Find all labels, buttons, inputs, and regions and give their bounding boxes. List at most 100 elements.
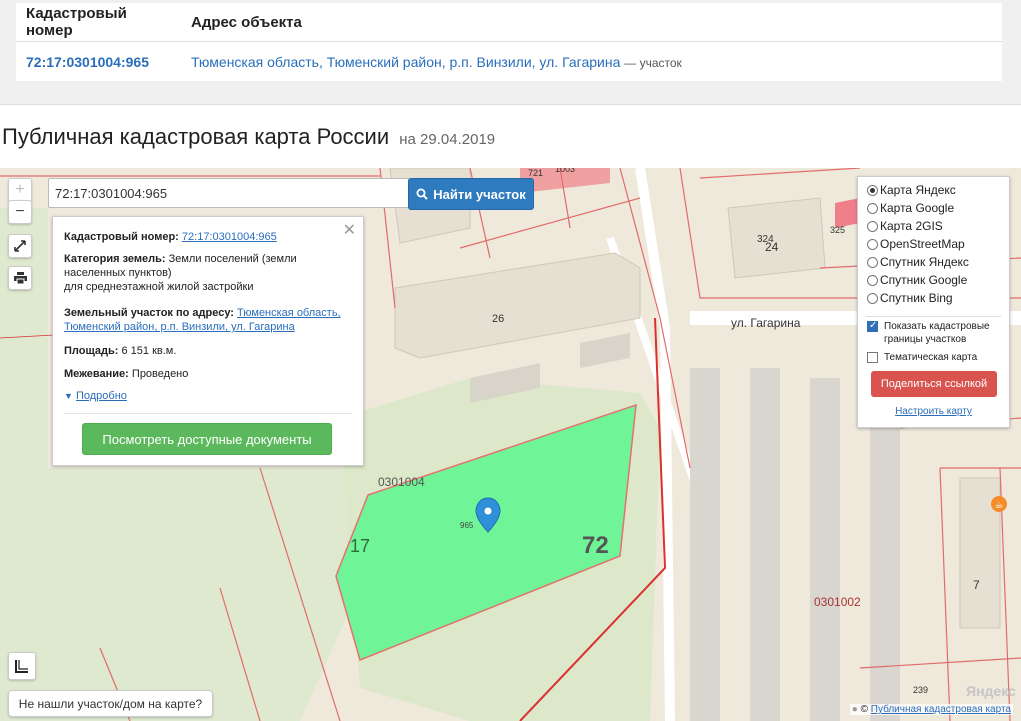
layer-radio[interactable] — [867, 238, 878, 250]
rail-track — [690, 368, 720, 721]
details-link[interactable]: Подробно — [76, 390, 127, 402]
fullscreen-icon — [14, 240, 26, 252]
layer-option[interactable]: Спутник Google — [867, 271, 967, 289]
district-label: 17 — [350, 536, 371, 556]
address-type: — участок — [624, 55, 682, 70]
show-borders-label: Показать кадастровые границы участков — [884, 320, 990, 346]
building-number-label: 7 — [973, 578, 980, 592]
layer-radio[interactable] — [867, 274, 878, 286]
map-provider-logo: Яндекс — [966, 683, 1016, 699]
zoom-in-button[interactable]: + — [8, 178, 32, 202]
info-cadastral-link[interactable]: 72:17:0301004:965 — [182, 231, 277, 243]
building-number-label: 26 — [492, 313, 505, 325]
page-title: Публичная кадастровая карта России на 29… — [2, 124, 495, 150]
layer-radio[interactable] — [867, 220, 878, 232]
map-date: на 29.04.2019 — [399, 131, 496, 148]
fullscreen-button[interactable] — [8, 234, 32, 258]
view-documents-button[interactable]: Посмотреть доступные документы — [82, 423, 332, 455]
layer-radio[interactable] — [867, 292, 878, 304]
cell-cadastral: 72:17:0301004:965 — [16, 42, 181, 82]
info-address-link[interactable]: Тюменский район, р.п. Винзили, ул. Гагар… — [64, 321, 295, 333]
layer-radio[interactable] — [867, 202, 878, 214]
thematic-map-label: Тематическая карта — [884, 352, 978, 363]
info-value: Проведено — [131, 368, 189, 380]
layer-option[interactable]: Карта 2GIS — [867, 217, 943, 235]
print-button[interactable] — [8, 266, 32, 290]
layers-divider — [866, 316, 1001, 317]
table-row: 72:17:0301004:965 Тюменская область, Тюм… — [16, 42, 1002, 82]
thematic-map-checkbox[interactable] — [867, 352, 878, 363]
parcel-label: 965 — [460, 521, 474, 530]
info-icon: ● — [851, 704, 858, 715]
info-cadastral: Кадастровый номер: 72:17:0301004:965 — [64, 230, 354, 244]
layer-option[interactable]: Карта Яндекс — [867, 181, 956, 199]
show-borders-checkbox[interactable] — [867, 319, 878, 332]
info-divider — [64, 413, 352, 414]
info-label: Категория земель: — [64, 253, 166, 265]
layer-option-label: Карта Яндекс — [880, 183, 956, 197]
search-icon — [416, 188, 428, 200]
find-parcel-button[interactable]: Найти участок — [408, 178, 534, 210]
info-value: для среднеэтажной жилой застройки — [64, 281, 254, 293]
info-value: Земли поселений (земли — [168, 253, 297, 265]
svg-text:☕: ☕ — [995, 500, 1004, 511]
layer-option-label: Спутник Bing — [880, 291, 953, 305]
layer-option-label: OpenStreetMap — [880, 237, 965, 251]
street-label: ул. Гагарина — [731, 316, 801, 330]
ruler-icon — [15, 660, 28, 673]
attribution-link[interactable]: Публичная кадастровая карта — [871, 704, 1011, 715]
info-address: Земельный участок по адресу: Тюменская о… — [64, 306, 354, 334]
building-number-label: 721 — [528, 168, 544, 178]
col-header-cadastral: Кадастровый номер — [16, 3, 181, 42]
info-label: Межевание: — [64, 368, 129, 380]
share-link-button[interactable]: Поделиться ссылкой — [871, 371, 997, 397]
info-survey: Межевание: Проведено — [64, 367, 354, 381]
building-number-label: 1003 — [555, 168, 576, 174]
ruler-button[interactable] — [8, 652, 36, 680]
district-label: 72 — [582, 532, 609, 559]
attribution-prefix: © — [860, 704, 871, 715]
info-value: 6 151 кв.м. — [121, 345, 177, 357]
layer-option-label: Карта 2GIS — [880, 219, 943, 233]
layer-option[interactable]: Спутник Яндекс — [867, 253, 969, 271]
info-area: Площадь: 6 151 кв.м. — [64, 344, 354, 358]
info-category: Категория земель: Земли поселений (земли… — [64, 252, 354, 294]
layer-radio[interactable] — [867, 184, 878, 196]
parcel-info-card: ✕ Кадастровый номер: 72:17:0301004:965 К… — [52, 216, 364, 466]
map-attribution: ● © Публичная кадастровая карта — [849, 704, 1013, 715]
address-link[interactable]: Тюменская область, Тюменский район, р.п.… — [191, 54, 620, 70]
not-found-button[interactable]: Не нашли участок/дом на карте? — [8, 690, 213, 717]
info-label: Площадь: — [64, 345, 119, 357]
col-header-address: Адрес объекта — [181, 3, 1002, 42]
thematic-map-option[interactable]: Тематическая карта — [867, 351, 977, 364]
zoom-out-button[interactable]: − — [8, 200, 32, 224]
building-number-label: 325 — [830, 225, 846, 235]
results-table: Кадастровый номер Адрес объекта 72:17:03… — [16, 3, 1002, 81]
rail-track — [870, 398, 900, 721]
cadastral-number-link[interactable]: 72:17:0301004:965 — [26, 54, 149, 70]
configure-map-link[interactable]: Настроить карту — [858, 406, 1009, 417]
table-header-row: Кадастровый номер Адрес объекта — [16, 3, 1002, 42]
map-layers-panel: Карта Яндекс Карта Google Карта 2GIS OpenSt… — [857, 176, 1010, 428]
cadastral-map[interactable]: ☕ ул. Гагарина 26 324 24 325 721 1003 7 … — [0, 168, 1021, 721]
find-parcel-label: Найти участок — [433, 186, 526, 202]
layer-radio[interactable] — [867, 256, 878, 268]
cadastral-search-input[interactable] — [48, 178, 410, 208]
info-more[interactable]: ▼ Подробно — [64, 389, 354, 403]
layer-option[interactable]: Карта Google — [867, 199, 954, 217]
layer-option[interactable]: Спутник Bing — [867, 289, 953, 307]
page-title-text: Публичная кадастровая карта России — [2, 124, 390, 149]
info-label: Земельный участок по адресу: — [64, 307, 234, 319]
layer-option[interactable]: OpenStreetMap — [867, 235, 965, 253]
layer-option-label: Спутник Google — [880, 273, 968, 287]
rail-track — [750, 368, 780, 721]
show-borders-option[interactable]: Показать кадастровые границы участков — [867, 319, 990, 346]
search-results-panel: Кадастровый номер Адрес объекта 72:17:03… — [0, 0, 1021, 105]
layer-option-label: Спутник Яндекс — [880, 255, 969, 269]
building-24 — [727, 197, 826, 279]
info-value: населенных пунктов) — [64, 267, 172, 279]
cell-address: Тюменская область, Тюменский район, р.п.… — [181, 42, 1002, 82]
show-borders-text: границы участков — [884, 334, 967, 345]
info-address-link[interactable]: Тюменская область, — [237, 307, 341, 319]
quarter-label: 0301002 — [814, 595, 861, 609]
